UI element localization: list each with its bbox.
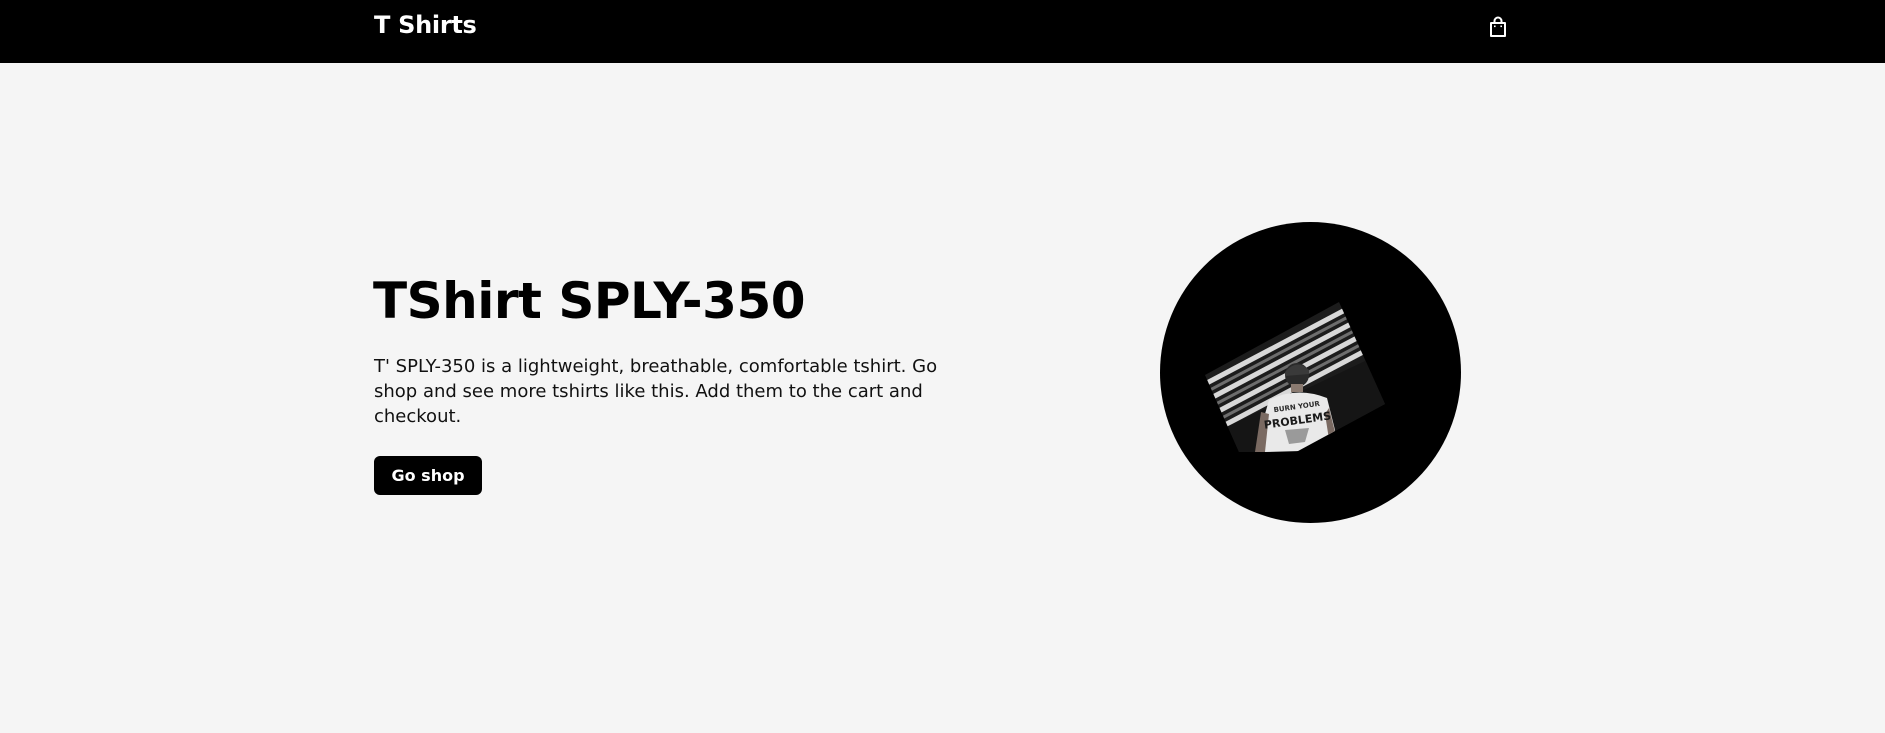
product-photo: BURN YOUR PROBLEMS xyxy=(1205,302,1385,452)
cart-button[interactable] xyxy=(1486,15,1510,39)
brand-logo-link[interactable]: T Shirts xyxy=(374,11,477,39)
product-image-circle: BURN YOUR PROBLEMS xyxy=(1160,222,1461,523)
shopping-bag-icon xyxy=(1490,16,1506,37)
hero-description: T' SPLY-350 is a lightweight, breathable… xyxy=(374,356,938,427)
top-navbar: T Shirts xyxy=(0,0,1885,63)
hero-title: TShirt SPLY-350 xyxy=(373,272,806,330)
go-shop-button[interactable]: Go shop xyxy=(374,456,482,495)
